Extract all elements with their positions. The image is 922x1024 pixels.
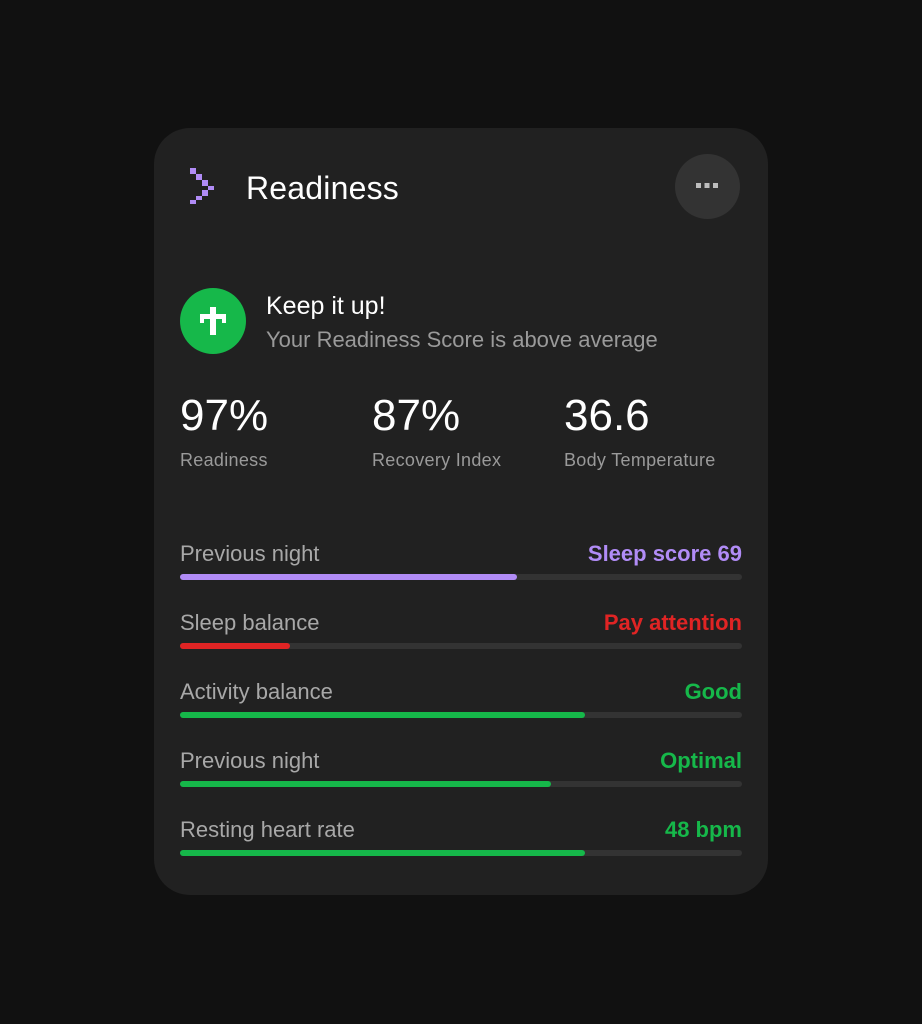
row-label: Sleep balance xyxy=(180,610,320,635)
status-badge xyxy=(180,288,246,354)
contributor-row-previous-night-optimal[interactable]: Previous night Optimal xyxy=(180,747,742,787)
progress-fill xyxy=(180,574,518,580)
row-label: Previous night xyxy=(180,748,320,773)
readiness-card: Readiness Keep it up! Your Readiness Sco… xyxy=(154,128,768,895)
contributor-row-sleep-balance[interactable]: Sleep balance Pay attention xyxy=(180,609,742,649)
metric-value: 87% xyxy=(372,391,461,440)
metric-value: 97% xyxy=(180,391,269,440)
card-header: Readiness xyxy=(154,128,768,248)
status-subtitle: Your Readiness Score is above average xyxy=(266,327,658,352)
row-value: Optimal xyxy=(660,748,742,773)
row-value: Pay attention xyxy=(603,610,742,635)
chevron-pixel-logo-icon xyxy=(190,168,214,204)
page-title: Readiness xyxy=(246,170,400,206)
contributor-row-resting-heart-rate[interactable]: Resting heart rate 48 bpm xyxy=(180,816,742,856)
progress-track xyxy=(180,643,742,649)
metric-label: Readiness xyxy=(180,450,268,470)
metric-value: 36.6 xyxy=(564,391,650,440)
row-value: Sleep score 69 xyxy=(587,541,742,566)
more-horizontal-icon xyxy=(696,183,718,188)
status-message: Keep it up! Your Readiness Score is abov… xyxy=(180,288,740,358)
metric-label: Body Temperature xyxy=(564,450,716,470)
progress-track xyxy=(180,712,742,718)
contributor-row-activity-balance[interactable]: Activity balance Good xyxy=(180,678,742,718)
progress-fill xyxy=(180,712,585,718)
metric-readiness: 97% Readiness xyxy=(180,390,370,480)
progress-fill xyxy=(180,643,290,649)
progress-track xyxy=(180,781,742,787)
progress-fill xyxy=(180,850,585,856)
contributor-row-previous-night-sleep[interactable]: Previous night Sleep score 69 xyxy=(180,540,742,580)
cross-icon xyxy=(200,307,226,335)
row-label: Resting heart rate xyxy=(180,817,355,842)
more-options-button[interactable] xyxy=(675,154,740,219)
progress-fill xyxy=(180,781,551,787)
metric-recovery-index: 87% Recovery Index xyxy=(372,390,562,480)
metric-label: Recovery Index xyxy=(372,450,502,470)
row-value: Good xyxy=(684,679,742,704)
row-value: 48 bpm xyxy=(664,817,742,842)
row-label: Activity balance xyxy=(180,679,333,704)
row-label: Previous night xyxy=(180,541,320,566)
metric-body-temperature: 36.6 Body Temperature xyxy=(564,390,754,480)
progress-track xyxy=(180,574,742,580)
status-title: Keep it up! xyxy=(266,292,386,320)
progress-track xyxy=(180,850,742,856)
